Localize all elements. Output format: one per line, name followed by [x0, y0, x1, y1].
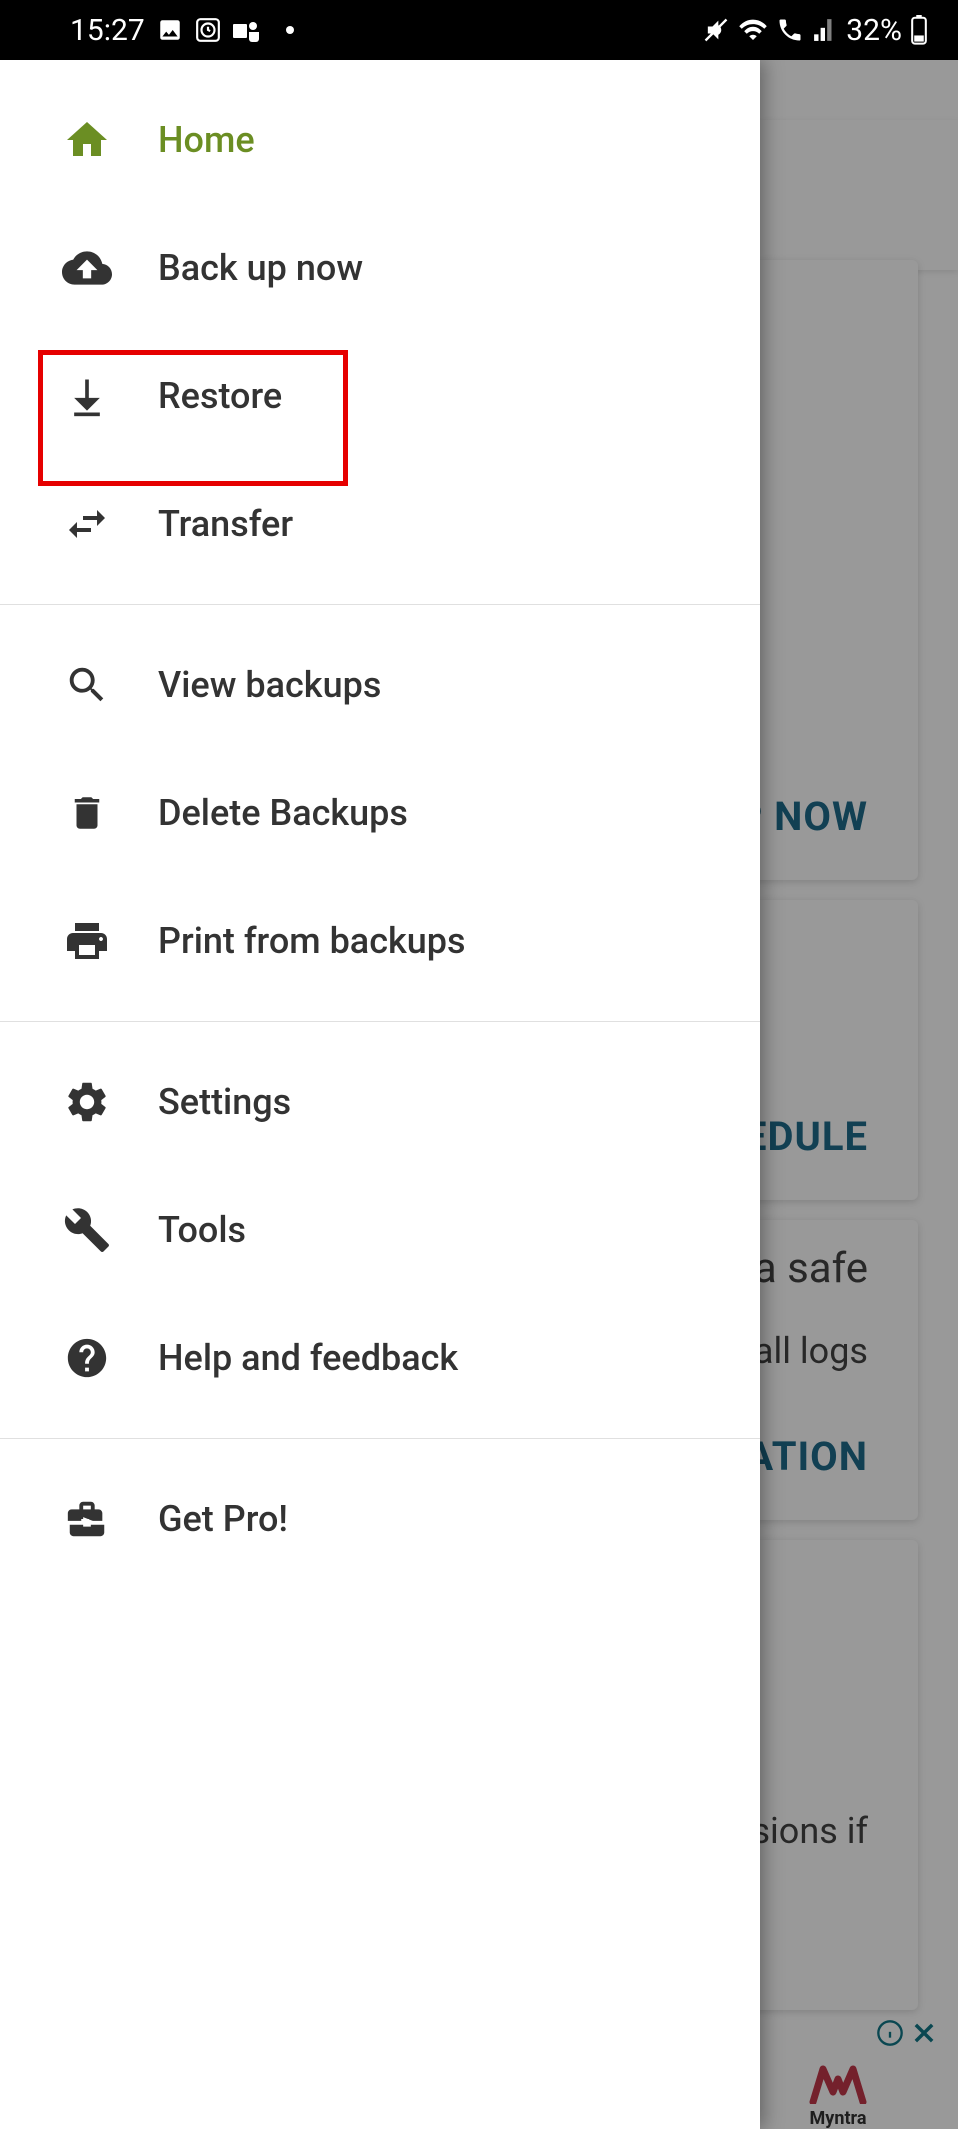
nav-settings-label: Settings — [158, 1081, 291, 1123]
nav-backup-now-label: Back up now — [158, 247, 363, 289]
battery-icon — [910, 15, 928, 45]
nav-help-feedback[interactable]: Help and feedback — [0, 1294, 760, 1422]
nav-home-label: Home — [158, 119, 255, 161]
nav-backup-now[interactable]: Back up now — [0, 204, 760, 332]
nav-view-backups[interactable]: View backups — [0, 621, 760, 749]
nav-delete-backups-label: Delete Backups — [158, 792, 408, 834]
status-bar: 15:27 32% — [0, 0, 958, 60]
battery-percent: 32% — [846, 13, 902, 48]
print-icon — [62, 916, 112, 966]
status-left: 15:27 — [70, 13, 295, 48]
gear-icon — [62, 1077, 112, 1127]
nav-get-pro[interactable]: Get Pro! — [0, 1455, 760, 1583]
swap-icon — [62, 499, 112, 549]
wifi-icon — [738, 17, 768, 43]
gallery-icon — [157, 17, 183, 43]
drawer-section-4: Get Pro! — [0, 1439, 760, 1599]
briefcase-icon — [62, 1494, 112, 1544]
nav-view-backups-label: View backups — [158, 664, 381, 706]
help-icon — [62, 1333, 112, 1383]
nav-help-label: Help and feedback — [158, 1337, 458, 1379]
nav-print-backups[interactable]: Print from backups — [0, 877, 760, 1005]
drawer-section-1: Home Back up now Restore Transfer — [0, 60, 760, 605]
nav-tools[interactable]: Tools — [0, 1166, 760, 1294]
home-icon — [62, 115, 112, 165]
drawer-section-2: View backups Delete Backups Print from b… — [0, 605, 760, 1022]
nav-transfer-label: Transfer — [158, 503, 293, 545]
nav-home[interactable]: Home — [0, 76, 760, 204]
dot-icon — [285, 25, 295, 35]
call-wifi-icon — [776, 16, 804, 44]
nav-delete-backups[interactable]: Delete Backups — [0, 749, 760, 877]
nav-restore-label: Restore — [158, 375, 282, 417]
trash-icon — [62, 788, 112, 838]
nav-tools-label: Tools — [158, 1209, 246, 1251]
nav-transfer[interactable]: Transfer — [0, 460, 760, 588]
nav-settings[interactable]: Settings — [0, 1038, 760, 1166]
nav-print-backups-label: Print from backups — [158, 920, 466, 962]
cloud-upload-icon — [62, 243, 112, 293]
status-time: 15:27 — [70, 13, 145, 48]
vibrate-icon — [702, 16, 730, 44]
download-icon — [62, 371, 112, 421]
clock-icon — [195, 17, 221, 43]
nav-restore[interactable]: Restore — [0, 332, 760, 460]
search-icon — [62, 660, 112, 710]
status-right: 32% — [702, 13, 928, 48]
teams-icon — [233, 17, 261, 43]
signal-icon — [812, 17, 838, 43]
drawer-section-3: Settings Tools Help and feedback — [0, 1022, 760, 1439]
wrench-icon — [62, 1205, 112, 1255]
navigation-drawer: Home Back up now Restore Transfer Vie — [0, 60, 760, 2129]
nav-get-pro-label: Get Pro! — [158, 1498, 288, 1540]
